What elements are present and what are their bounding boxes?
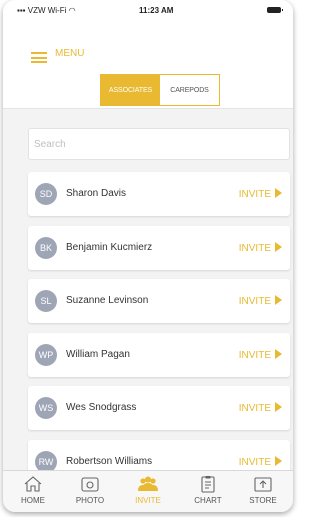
- invite-label: INVITE: [238, 403, 271, 414]
- tab-invite-label: INVITE: [135, 496, 161, 505]
- hamburger-menu-icon[interactable]: [31, 52, 47, 63]
- invite-button[interactable]: INVITE: [239, 295, 282, 307]
- avatar: SD: [35, 183, 57, 205]
- tab-photo[interactable]: PHOTO: [63, 475, 117, 505]
- tab-chart-label: CHART: [194, 496, 222, 505]
- avatar: WP: [35, 344, 57, 366]
- tab-photo-label: PHOTO: [75, 496, 105, 505]
- invite-label: INVITE: [238, 457, 271, 468]
- signal-icon: ▪▪▪: [17, 6, 28, 15]
- menu-button[interactable]: MENU: [55, 48, 84, 59]
- associate-row[interactable]: WS Wes Snodgrass INVITE: [28, 386, 290, 430]
- invite-button[interactable]: INVITE: [239, 242, 282, 254]
- invite-label: INVITE: [238, 243, 271, 254]
- camera-icon: [79, 475, 101, 493]
- chevron-right-icon: [275, 188, 282, 198]
- associate-row[interactable]: WP William Pagan INVITE: [28, 333, 290, 377]
- associate-row[interactable]: SD Sharon Davis INVITE: [28, 172, 290, 216]
- avatar: WS: [35, 397, 57, 419]
- tab-home-label: HOME: [21, 496, 45, 505]
- chevron-right-icon: [275, 242, 282, 252]
- invite-label: INVITE: [238, 189, 271, 200]
- avatar: SL: [35, 290, 57, 312]
- search-input[interactable]: [28, 128, 290, 160]
- tab-chart[interactable]: CHART: [181, 475, 235, 505]
- people-icon: [137, 475, 159, 493]
- carrier-text: VZW Wi-Fi: [27, 6, 67, 15]
- header: MENU ASSOCIATES CAREPODS: [3, 22, 293, 108]
- home-icon: [22, 475, 44, 493]
- chevron-right-icon: [275, 456, 282, 466]
- battery-icon: [267, 7, 283, 13]
- carrier-label: ▪▪▪ VZW Wi-Fi ◠: [17, 6, 76, 15]
- tab-invite[interactable]: INVITE: [121, 475, 175, 505]
- invite-label: INVITE: [238, 296, 271, 307]
- avatar: BK: [35, 237, 57, 259]
- status-bar: ▪▪▪ VZW Wi-Fi ◠ 11:23 AM: [3, 0, 293, 22]
- segmented-control: ASSOCIATES CAREPODS: [100, 74, 220, 106]
- associate-name: Sharon Davis: [66, 188, 127, 199]
- tab-carepods[interactable]: CAREPODS: [160, 75, 219, 105]
- store-icon: [252, 475, 274, 493]
- invite-button[interactable]: INVITE: [239, 402, 282, 414]
- app-screen: ▪▪▪ VZW Wi-Fi ◠ 11:23 AM MENU ASSOCIATES…: [3, 0, 293, 512]
- associate-row[interactable]: BK Benjamin Kucmierz INVITE: [28, 226, 290, 270]
- tab-store[interactable]: STORE: [236, 475, 290, 505]
- clipboard-icon: [197, 475, 219, 493]
- chevron-right-icon: [275, 402, 282, 412]
- chevron-right-icon: [275, 349, 282, 359]
- associate-name: Wes Snodgrass: [66, 402, 137, 413]
- invite-button[interactable]: INVITE: [239, 188, 282, 200]
- tab-home[interactable]: HOME: [6, 475, 60, 505]
- tab-associates[interactable]: ASSOCIATES: [101, 75, 160, 105]
- status-time: 11:23 AM: [139, 6, 174, 15]
- associate-name: Suzanne Levinson: [66, 295, 149, 306]
- chevron-right-icon: [275, 295, 282, 305]
- associate-name: William Pagan: [66, 349, 130, 360]
- associate-name: Robertson Williams: [66, 456, 153, 467]
- tab-store-label: STORE: [249, 496, 277, 505]
- associate-name: Benjamin Kucmierz: [66, 242, 153, 253]
- invite-button[interactable]: INVITE: [239, 349, 282, 361]
- wifi-icon: ◠: [66, 6, 76, 15]
- invite-label: INVITE: [238, 350, 271, 361]
- invite-button[interactable]: INVITE: [239, 456, 282, 468]
- header-divider: [3, 108, 293, 109]
- associate-row[interactable]: SL Suzanne Levinson INVITE: [28, 279, 290, 323]
- bottom-tab-bar: HOME PHOTO INVITE CHART STORE: [3, 470, 293, 512]
